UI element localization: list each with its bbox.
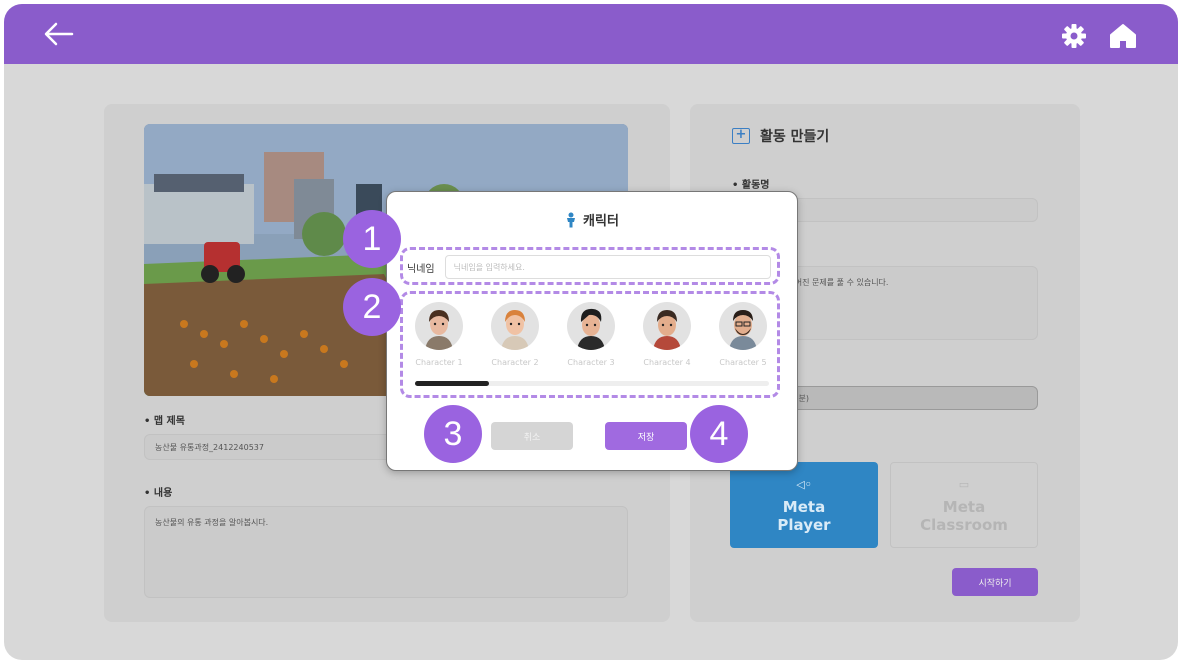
map-title-label: • 맵 제목 [144, 416, 185, 427]
create-activity-title-text: 활동 만들기 [760, 129, 830, 145]
meta-player-button[interactable]: ◁◦ Meta Player [730, 462, 878, 548]
save-button[interactable]: 저장 [605, 422, 687, 450]
megaphone-icon: ◁◦ [796, 478, 812, 491]
plus-square-icon: + [732, 128, 750, 144]
annotation-box-2 [400, 291, 780, 398]
meta-classroom-label-2: Classroom [920, 516, 1008, 534]
start-button[interactable]: 시작하기 [952, 568, 1038, 596]
gear-icon [1062, 24, 1086, 48]
activity-name-label: • 활동명 [732, 180, 770, 191]
home-icon [1110, 24, 1136, 48]
callout-1: 1 [343, 210, 401, 268]
settings-button[interactable] [1060, 22, 1088, 50]
modal-title-text: 캐릭터 [583, 214, 619, 229]
top-bar [4, 4, 1178, 64]
callout-3: 3 [424, 405, 482, 463]
meta-classroom-label-1: Meta [942, 498, 986, 516]
callout-2: 2 [343, 278, 401, 336]
arrow-left-icon [44, 22, 74, 46]
meta-player-label-1: Meta [782, 498, 826, 516]
cancel-button[interactable]: 취소 [491, 422, 573, 450]
create-activity-title: + 활동 만들기 [732, 126, 829, 146]
classroom-icon: ▭ [958, 478, 970, 491]
back-button[interactable] [42, 20, 76, 48]
person-icon [567, 212, 576, 227]
modal-title: 캐릭터 [387, 210, 797, 229]
callout-4: 4 [690, 405, 748, 463]
content-textarea[interactable]: 농산물의 유통 과정을 알아봅시다. [144, 506, 628, 598]
meta-classroom-button[interactable]: ▭ Meta Classroom [890, 462, 1038, 548]
home-button[interactable] [1108, 22, 1138, 50]
meta-player-label-2: Player [777, 516, 831, 534]
annotation-box-1 [400, 247, 780, 285]
content-label: • 내용 [144, 488, 173, 499]
